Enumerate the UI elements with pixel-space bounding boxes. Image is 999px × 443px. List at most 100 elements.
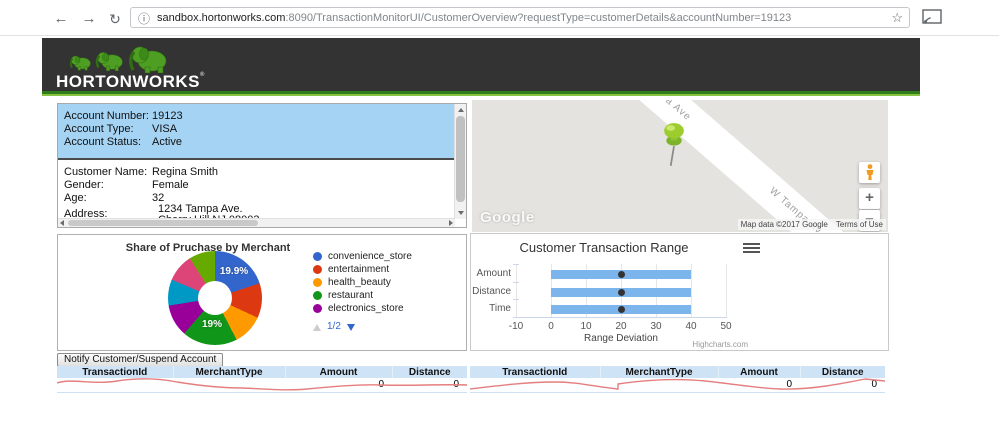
x-tick-30: 30 [650,321,662,332]
col-header-amount: Amount [285,366,393,378]
cell-distance: 0 [800,378,885,393]
legend-swatch-icon [313,304,322,313]
account-number-value: 19123 [152,110,183,122]
url-path: :8090/TransactionMonitorUI/CustomerOverv… [285,12,792,24]
page-info-icon[interactable]: ⓘ [138,10,150,27]
gender-label: Gender: [64,179,104,191]
scroll-up-icon[interactable] [458,108,464,112]
account-type-row: Account Type: VISA [64,123,177,135]
url-host: sandbox.hortonworks.com [157,12,286,24]
gender-row: Gender: Female [64,179,189,191]
table-row[interactable]: 0 0 [470,378,885,393]
horizontal-scroll-thumb[interactable] [68,220,258,226]
horizontal-scrollbar[interactable] [58,218,455,227]
google-map[interactable]: W Tampa Ave W Tampa Ave + − Google Map d… [472,100,888,232]
legend-label: convenience_store [328,251,412,262]
cell-merchanttype [173,378,285,393]
scroll-down-icon[interactable] [458,211,464,215]
header-accent-bar [42,91,920,96]
legend-swatch-icon [313,265,322,274]
app-root: ← → ↻ ⓘ sandbox.hortonworks.com:8090/Tra… [0,0,999,443]
map-data-credit: Map data ©2017 Google [740,220,828,229]
table-row[interactable]: 0 0 [57,378,467,393]
legend-item-electronics-store: electronics_store [313,302,412,315]
vertical-scrollbar[interactable] [454,104,466,219]
cell-merchanttype [600,378,718,393]
customer-name-value: Regina Smith [152,166,219,178]
legend-item-health-beauty: health_beauty [313,276,412,289]
brand-name: HORTONWORKS® [56,72,205,92]
terms-of-use-link[interactable]: Terms of Use [836,220,883,229]
zoom-in-button[interactable]: + [859,188,880,209]
reload-icon[interactable]: ↻ [104,8,126,30]
legend-label: restaurant [328,290,374,301]
scroll-left-icon[interactable] [60,220,64,226]
x-tick-neg10: -10 [508,321,524,332]
col-header-distance: Distance [800,366,885,378]
slice-value-convenience: 19.9% [219,266,249,277]
legend-label: health_beauty [328,277,391,288]
table-header-row: TransactionId MerchantType Amount Distan… [470,366,885,378]
age-row: Age: 32 [64,192,164,204]
hortonworks-logo: HORTONWORKS® [56,41,206,92]
legend-page-down-icon[interactable] [347,324,355,331]
value-dot-time[interactable] [618,306,625,313]
range-chart-title: Customer Transaction Range [519,240,689,255]
value-dot-distance[interactable] [618,289,625,296]
donut-hole [198,281,232,315]
brand-text: HORTONWORKS [56,72,201,91]
cell-transactionid [470,378,600,393]
x-axis-title: Range Deviation [584,333,658,344]
cell-distance: 0 [392,378,467,393]
forward-icon[interactable]: → [78,8,100,30]
back-icon[interactable]: ← [50,8,72,30]
road-label-upper: W Tampa Ave [631,100,693,123]
x-tick-10: 10 [580,321,592,332]
address-bar[interactable]: ⓘ sandbox.hortonworks.com:8090/Transacti… [130,7,910,28]
legend-swatch-icon [313,278,322,287]
col-header-transactionid: TransactionId [57,366,174,378]
legend-swatch-icon [313,252,322,261]
account-type-value: VISA [152,123,178,135]
y-axis-tick [513,264,519,265]
y-axis-tick [513,299,519,300]
map-pushpin-marker[interactable] [657,122,691,173]
account-status-row: Account Status: Active [64,136,182,148]
legend-label: entertainment [328,264,390,275]
legend-item-convenience-store: convenience_store [313,250,412,263]
vertical-scroll-thumb[interactable] [456,116,465,202]
cast-icon[interactable] [922,9,942,25]
gridline [726,264,727,317]
y-axis-tick [513,317,519,318]
legend-page-indicator: 1/2 [327,321,341,332]
purchase-share-panel: Share of Pruchase by Merchant 19.9% 19% … [57,234,467,351]
bookmark-star-icon[interactable]: ☆ [891,10,903,26]
table-header-row: TransactionId MerchantType Amount Distan… [57,366,467,378]
account-number-row: Account Number: 19123 [64,110,183,122]
url-text: sandbox.hortonworks.com:8090/Transaction… [157,12,877,24]
gridline [516,264,517,317]
pie-legend: convenience_store entertainment health_b… [313,250,412,315]
x-axis-line [516,317,727,318]
value-dot-amount[interactable] [618,271,625,278]
col-header-amount: Amount [718,366,801,378]
account-info-panel: Account Number: 19123 Account Type: VISA A… [57,103,467,228]
street-view-pegman[interactable] [859,162,880,183]
highcharts-credit[interactable]: Highcharts.com [692,340,748,349]
notify-suspend-button[interactable]: Notify Customer/Suspend Account [57,353,224,367]
y-axis-tick [513,282,519,283]
transaction-range-panel: Customer Transaction Range Amount Distan… [470,233,889,351]
map-road: W Tampa Ave W Tampa Ave [569,100,888,232]
customer-name-row: Customer Name: Regina Smith [64,166,218,178]
scroll-right-icon[interactable] [449,220,453,226]
x-tick-20: 20 [615,321,627,332]
x-tick-0: 0 [548,321,554,332]
chart-menu-icon[interactable] [743,243,760,255]
cell-amount: 0 [285,378,392,393]
registered-mark: ® [200,72,205,78]
legend-page-up-icon[interactable] [313,324,321,331]
category-label-time: Time [489,303,511,314]
map-attribution: Map data ©2017 Google Terms of Use [737,219,886,230]
legend-label: electronics_store [328,303,404,314]
age-label: Age: [64,192,87,204]
